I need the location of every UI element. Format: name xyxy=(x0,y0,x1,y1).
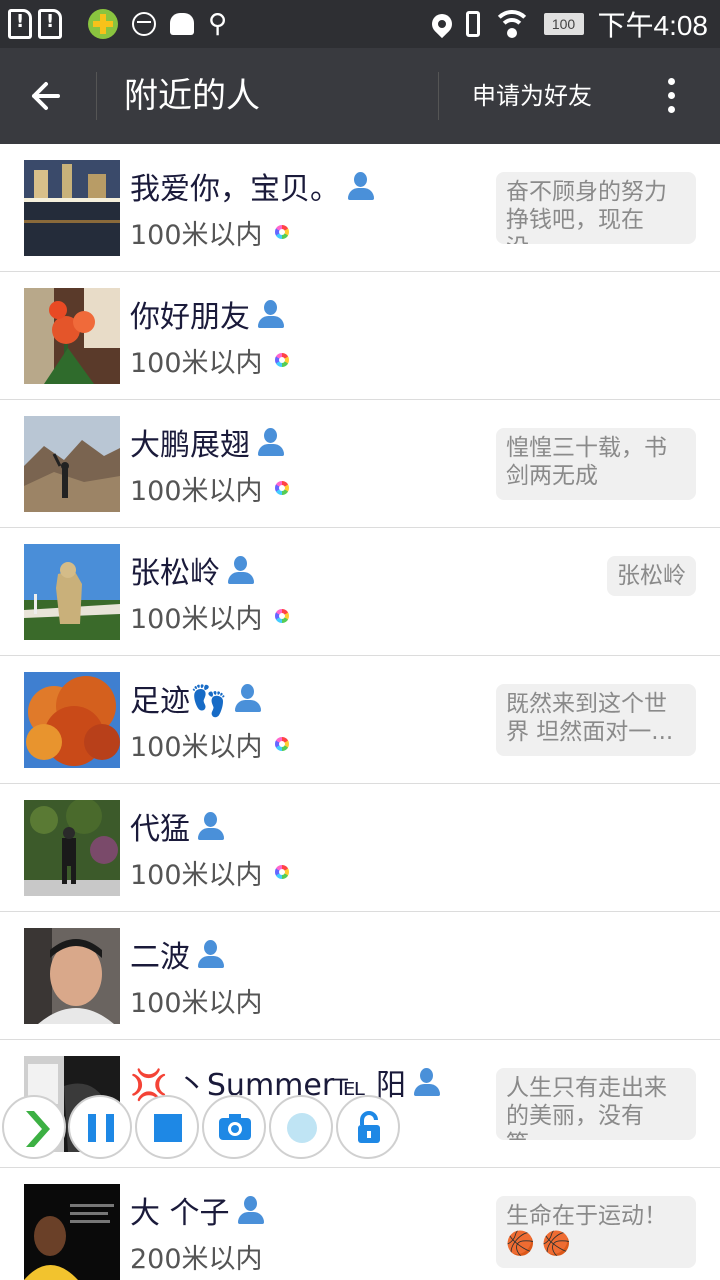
person-name: 你好朋友 xyxy=(130,300,250,335)
location-icon xyxy=(427,9,456,39)
signature: 既然来到这个世界 坦然面对一... xyxy=(496,684,696,756)
signature: 生命在于运动！🏀 🏀 xyxy=(496,1196,696,1268)
avatar xyxy=(24,1184,120,1280)
avatar xyxy=(24,416,120,512)
moments-icon xyxy=(274,481,289,495)
avatar xyxy=(24,800,120,896)
person-name: 足迹👣 xyxy=(130,684,228,719)
record-icon[interactable] xyxy=(269,1095,333,1159)
person-name: 二波 xyxy=(130,940,190,975)
page-title: 附近的人 xyxy=(124,76,260,116)
moments-icon xyxy=(274,353,289,367)
person-icon xyxy=(256,299,286,329)
person-icon xyxy=(256,427,286,457)
sim-alert-icon xyxy=(38,9,62,39)
list-item[interactable]: 大 个子 200米以内 生命在于运动！🏀 🏀 xyxy=(0,1168,720,1280)
pause-icon[interactable] xyxy=(68,1095,132,1159)
person-name: 代猛 xyxy=(130,812,190,847)
camera-icon[interactable] xyxy=(202,1095,266,1159)
distance: 100米以内 xyxy=(130,603,263,635)
expand-icon[interactable] xyxy=(2,1095,66,1159)
app-bar: 附近的人 申请为好友 xyxy=(0,48,720,144)
list-item[interactable]: 二波 100米以内 xyxy=(0,912,720,1040)
distance: 200米以内 xyxy=(130,1243,263,1275)
vibrate-icon xyxy=(465,11,480,37)
list-item[interactable]: 代猛 100米以内 xyxy=(0,784,720,912)
wifi-icon xyxy=(493,10,530,38)
person-icon xyxy=(412,1067,442,1097)
person-icon xyxy=(226,555,256,585)
stop-icon[interactable] xyxy=(135,1095,199,1159)
moments-icon xyxy=(274,865,289,879)
person-icon xyxy=(196,811,226,841)
request-friend-button[interactable]: 申请为好友 xyxy=(452,72,612,120)
face-icon xyxy=(132,12,156,36)
clock: 下午4:08 xyxy=(597,10,709,41)
signature: 奋不顾身的努力挣钱吧，现在没... xyxy=(496,172,696,244)
list-item[interactable]: 大鹏展翅 100米以内 惶惶三十载，书剑两无成 xyxy=(0,400,720,528)
more-vert-icon[interactable] xyxy=(650,72,694,120)
distance: 100米以内 xyxy=(130,219,263,251)
arrow-left-icon[interactable] xyxy=(22,72,74,120)
distance: 100米以内 xyxy=(130,731,263,763)
person-icon xyxy=(236,1195,266,1225)
distance: 100米以内 xyxy=(130,475,263,507)
unlock-icon[interactable] xyxy=(336,1095,400,1159)
avatar xyxy=(24,288,120,384)
person-name: 大 个子 xyxy=(130,1196,230,1231)
sim-alert-icon xyxy=(8,9,32,39)
usb-icon: ⚲ xyxy=(208,9,228,39)
person-name: 大鹏展翅 xyxy=(130,428,250,463)
moments-icon xyxy=(274,737,289,751)
avatar xyxy=(24,544,120,640)
list-item[interactable]: 我爱你，宝贝。 100米以内 奋不顾身的努力挣钱吧，现在没... xyxy=(0,144,720,272)
distance: 100米以内 xyxy=(130,987,263,1019)
person-name: 我爱你，宝贝。 xyxy=(130,172,340,207)
list-item[interactable]: 你好朋友 100米以内 xyxy=(0,272,720,400)
moments-icon xyxy=(274,609,289,623)
distance: 100米以内 xyxy=(130,859,263,891)
signature: 人生只有走出来的美丽，没有等... xyxy=(496,1068,696,1140)
distance: 100米以内 xyxy=(130,347,263,379)
status-bar: ⚲ 100 下午4:08 xyxy=(0,0,720,48)
avatar xyxy=(24,672,120,768)
android-icon xyxy=(170,13,194,35)
list-item[interactable]: 张松岭 100米以内 张松岭 xyxy=(0,528,720,656)
list-item[interactable]: 足迹👣 100米以内 既然来到这个世界 坦然面对一... xyxy=(0,656,720,784)
battery-icon: 100 xyxy=(543,13,584,35)
signature: 张松岭 xyxy=(607,556,696,596)
avatar xyxy=(24,160,120,256)
person-icon xyxy=(196,939,226,969)
moments-icon xyxy=(274,225,289,239)
avatar xyxy=(24,928,120,1024)
person-icon xyxy=(233,683,263,713)
person-icon xyxy=(346,171,376,201)
divider xyxy=(438,72,439,120)
divider xyxy=(96,72,97,120)
360-app-icon xyxy=(88,9,118,39)
person-name: 张松岭 xyxy=(130,556,220,591)
signature: 惶惶三十载，书剑两无成 xyxy=(496,428,696,500)
